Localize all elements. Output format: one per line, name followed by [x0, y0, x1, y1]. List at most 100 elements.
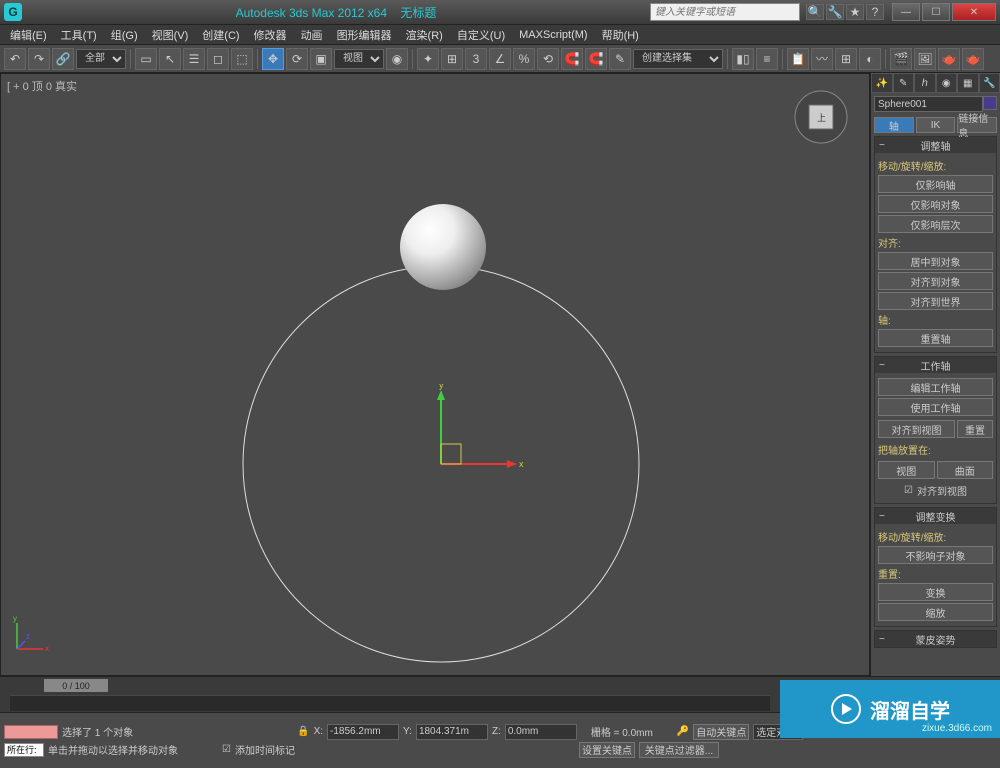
rollout-head[interactable]: 蒙皮姿势: [875, 631, 996, 647]
viewport-label[interactable]: [ + 0 顶 0 真实: [7, 78, 77, 94]
time-slider[interactable]: 0 / 100: [44, 679, 108, 692]
undo-icon[interactable]: ↶: [4, 48, 26, 70]
selectname-icon[interactable]: ☰: [183, 48, 205, 70]
setkey-button[interactable]: 设置关键点: [579, 742, 635, 758]
object-color-swatch[interactable]: [983, 96, 997, 110]
schematic-icon[interactable]: ⊞: [835, 48, 857, 70]
material-icon[interactable]: ◐: [859, 48, 881, 70]
help-icon[interactable]: ?: [866, 4, 884, 20]
rollout-head[interactable]: 工作轴: [875, 357, 996, 373]
menu-grapheditors[interactable]: 图形编辑器: [331, 25, 398, 45]
pill-linkinfo[interactable]: 链接信息: [957, 117, 997, 133]
redo-icon[interactable]: ↷: [28, 48, 50, 70]
btn-edit-wp[interactable]: 编辑工作轴: [878, 378, 993, 396]
sphere-object[interactable]: [400, 204, 486, 290]
menu-group[interactable]: 组(G): [105, 25, 144, 45]
btn-use-wp[interactable]: 使用工作轴: [878, 398, 993, 416]
cursor-icon[interactable]: ↖: [159, 48, 181, 70]
panel-tab-create[interactable]: ✨: [871, 73, 893, 93]
spinner-icon[interactable]: ⟲: [537, 48, 559, 70]
btn-align-object[interactable]: 对齐到对象: [878, 272, 993, 290]
help-search-input[interactable]: [650, 3, 800, 21]
viewport[interactable]: [ + 0 顶 0 真实 y x 上 y x z: [0, 73, 870, 676]
minimize-button[interactable]: —: [892, 3, 920, 21]
mirror-icon[interactable]: ▮▯: [732, 48, 754, 70]
render-icon[interactable]: 🫖: [938, 48, 960, 70]
magnetopt-icon[interactable]: 🧲: [585, 48, 607, 70]
select-icon[interactable]: ▭: [135, 48, 157, 70]
btn-affect-hierarchy[interactable]: 仅影响层次: [878, 215, 993, 233]
pill-pivot[interactable]: 轴: [874, 117, 914, 133]
btn-reset-wp[interactable]: 重置: [957, 420, 993, 438]
layers-icon[interactable]: 📋: [787, 48, 809, 70]
menu-views[interactable]: 视图(V): [146, 25, 195, 45]
selectrect-icon[interactable]: ◻: [207, 48, 229, 70]
menu-rendering[interactable]: 渲染(R): [400, 25, 449, 45]
btn-center-object[interactable]: 居中到对象: [878, 252, 993, 270]
selset-select[interactable]: 创建选择集: [633, 49, 723, 69]
close-button[interactable]: ✕: [952, 3, 996, 21]
coord-x-input[interactable]: [327, 724, 399, 740]
menu-edit[interactable]: 编辑(E): [4, 25, 53, 45]
renderprod-icon[interactable]: 🫖: [962, 48, 984, 70]
curve-icon[interactable]: 〰: [811, 48, 833, 70]
align-icon[interactable]: ≡: [756, 48, 778, 70]
maximize-button[interactable]: ☐: [922, 3, 950, 21]
menu-help[interactable]: 帮助(H): [596, 25, 645, 45]
search-icon[interactable]: 🔍: [806, 4, 824, 20]
paintsel-icon[interactable]: ⬚: [231, 48, 253, 70]
coord-z-input[interactable]: [505, 724, 577, 740]
panel-tab-display[interactable]: ▦: [957, 73, 979, 93]
coord-y-input[interactable]: [416, 724, 488, 740]
rollout-head[interactable]: 调整轴: [875, 137, 996, 153]
rotate-icon[interactable]: ⟳: [286, 48, 308, 70]
pill-ik[interactable]: IK: [916, 117, 956, 133]
btn-align-world[interactable]: 对齐到世界: [878, 292, 993, 310]
menu-maxscript[interactable]: MAXScript(M): [513, 27, 593, 43]
manip-icon[interactable]: ✦: [417, 48, 439, 70]
addtag-label[interactable]: 添加时间标记: [235, 742, 295, 757]
keyfilter-button[interactable]: 关键点过滤器...: [639, 742, 719, 758]
center-icon[interactable]: ◉: [386, 48, 408, 70]
star-icon[interactable]: ★: [846, 4, 864, 20]
btn-reset-transform[interactable]: 变换: [878, 583, 993, 601]
panel-tab-motion[interactable]: ◉: [936, 73, 958, 93]
menu-create[interactable]: 创建(C): [196, 25, 245, 45]
refcoord-select[interactable]: 视图: [334, 49, 384, 69]
track-bar[interactable]: [10, 695, 770, 711]
link-icon[interactable]: 🔗: [52, 48, 74, 70]
btn-place-view[interactable]: 视图: [878, 461, 935, 479]
selection-lock[interactable]: [4, 725, 58, 739]
menu-customize[interactable]: 自定义(U): [451, 25, 511, 45]
menu-animation[interactable]: 动画: [295, 25, 329, 45]
panel-tab-hierarchy[interactable]: ℎ: [914, 73, 936, 93]
panel-tab-utilities[interactable]: 🔧: [979, 73, 1000, 93]
keymode-icon[interactable]: ⊞: [441, 48, 463, 70]
panel-tab-modify[interactable]: ✎: [893, 73, 915, 93]
btn-reset-scale[interactable]: 缩放: [878, 603, 993, 621]
editsel-icon[interactable]: ✎: [609, 48, 631, 70]
rendersetup-icon[interactable]: 🎬: [890, 48, 912, 70]
btn-place-surface[interactable]: 曲面: [937, 461, 994, 479]
btn-dontaffect[interactable]: 不影响子对象: [878, 546, 993, 564]
viewcube[interactable]: 上: [793, 89, 849, 145]
autokey-button[interactable]: 自动关键点: [693, 724, 749, 740]
scope-select[interactable]: 全部: [76, 49, 126, 69]
app-icon[interactable]: G: [4, 3, 22, 21]
tool-icon[interactable]: 🔧: [826, 4, 844, 20]
scale-icon[interactable]: ▣: [310, 48, 332, 70]
renderframe-icon[interactable]: 🖼: [914, 48, 936, 70]
btn-reset-pivot[interactable]: 重置轴: [878, 329, 993, 347]
btn-affect-object[interactable]: 仅影响对象: [878, 195, 993, 213]
rollout-head[interactable]: 调整变换: [875, 508, 996, 524]
pctsnap-icon[interactable]: %: [513, 48, 535, 70]
menu-tools[interactable]: 工具(T): [55, 25, 103, 45]
snap-icon[interactable]: 3: [465, 48, 487, 70]
btn-affect-pivot[interactable]: 仅影响轴: [878, 175, 993, 193]
btn-alignview[interactable]: 对齐到视图: [878, 420, 955, 438]
magnet-icon[interactable]: 🧲: [561, 48, 583, 70]
menu-modifiers[interactable]: 修改器: [248, 25, 293, 45]
move-icon[interactable]: ✥: [262, 48, 284, 70]
anglesnap-icon[interactable]: ∠: [489, 48, 511, 70]
chk-alignview[interactable]: ☑对齐到视图: [878, 483, 993, 498]
